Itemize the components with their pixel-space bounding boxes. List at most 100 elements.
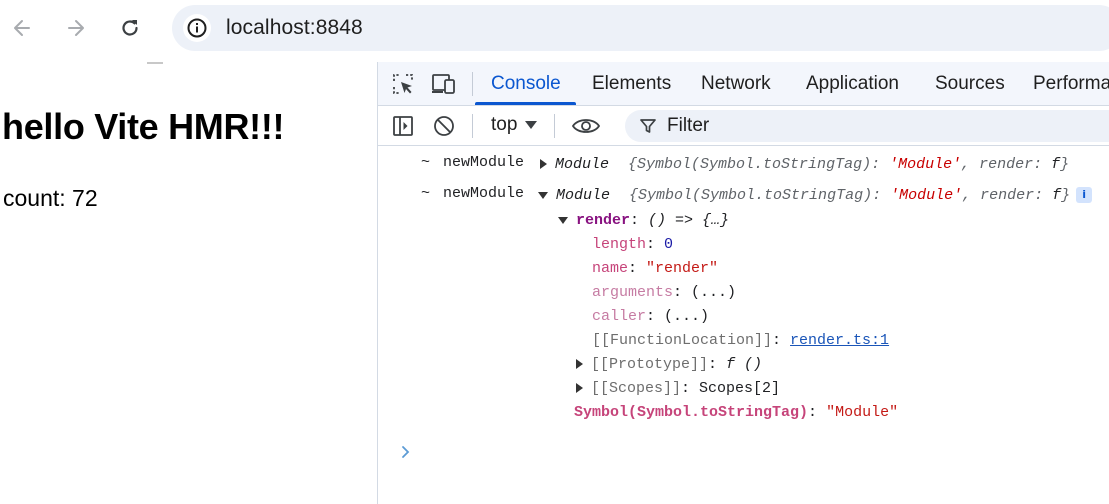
tab-elements[interactable]: Elements (592, 73, 671, 95)
site-info-button[interactable] (183, 14, 211, 42)
context-selector[interactable]: top (491, 114, 538, 136)
active-tab-indicator (475, 102, 576, 105)
source-link[interactable]: render.ts:1 (790, 332, 889, 349)
object-preview-tag: 'Module' (889, 156, 962, 173)
object-preview-open: {Symbol(Symbol.toStringTag): (629, 187, 891, 204)
prop-function-location: [[FunctionLocation]]: render.ts:1 (592, 332, 890, 349)
chevron-right-icon (402, 446, 410, 458)
arrow-right-icon (68, 20, 84, 36)
tab-network[interactable]: Network (701, 73, 771, 95)
toggle-sidebar-button[interactable] (390, 113, 416, 139)
tab-application[interactable]: Application (806, 73, 899, 95)
devtools-tabbar: Console Elements Network Application Sou… (378, 62, 1109, 106)
object-preview-mid: , render: (962, 187, 1053, 204)
property-key: Symbol(Symbol.toStringTag) (574, 404, 809, 421)
eval-marker: ~ (421, 185, 431, 202)
object-preview-open: {Symbol(Symbol.toStringTag): (628, 156, 890, 173)
log-label: newModule (443, 185, 525, 202)
prop-arguments[interactable]: arguments: (...) (592, 283, 736, 303)
reload-button[interactable] (114, 12, 146, 44)
property-key: [[FunctionLocation]] (592, 332, 773, 349)
property-value: Scopes[2] (699, 380, 781, 397)
property-key: caller (592, 308, 647, 325)
object-preview-fn: f (1051, 156, 1061, 173)
property-value: () => {…} (648, 212, 730, 229)
console-entry[interactable]: ~ newModule (421, 184, 524, 204)
forward-button[interactable] (60, 12, 92, 44)
property-value: "Module" (826, 404, 899, 421)
caret-down-icon (525, 121, 538, 129)
console-output: ~ newModule Module {Symbol(Symbol.toStri… (378, 147, 1109, 504)
module-preview-expanded[interactable]: Module {Symbol(Symbol.toStringTag): 'Mod… (538, 186, 1093, 206)
render-property[interactable]: render: () => {…} (558, 211, 729, 231)
eval-marker: ~ (421, 154, 431, 171)
object-preview-tag: 'Module' (890, 187, 963, 204)
object-type: Module (555, 156, 610, 173)
devtools-panel: Console Elements Network Application Sou… (377, 62, 1109, 504)
live-expression-button[interactable] (571, 113, 601, 139)
device-toolbar-button[interactable] (431, 71, 457, 97)
tab-console[interactable]: Console (491, 73, 561, 95)
viewport-resize-mark (147, 62, 163, 64)
log-label: newModule (443, 154, 525, 171)
object-preview-close: } (1060, 156, 1070, 173)
property-key: length (592, 236, 647, 253)
property-key: arguments (592, 284, 674, 301)
clear-console-icon (434, 116, 454, 136)
property-key: [[Scopes]] (591, 380, 682, 397)
property-key: [[Prototype]] (591, 356, 709, 373)
prop-caller[interactable]: caller: (...) (592, 307, 709, 327)
arrow-left-icon (14, 20, 30, 36)
context-selector-label: top (491, 114, 518, 135)
count-text: count: 72 (3, 185, 98, 211)
object-preview-fn: f (1052, 187, 1062, 204)
page-heading: hello Vite HMR!!! (2, 106, 285, 147)
console-toolbar: top Filter (378, 106, 1109, 146)
property-value: f () (726, 356, 763, 373)
back-button[interactable] (6, 12, 38, 44)
prop-name: name: "render" (592, 260, 719, 277)
collapse-triangle-icon[interactable] (558, 216, 568, 224)
browser-toolbar: localhost:8848 (0, 0, 1109, 60)
device-toggle-icon (432, 74, 455, 94)
console-prompt[interactable] (400, 445, 412, 464)
info-badge-icon[interactable]: i (1076, 187, 1093, 204)
property-key: name (592, 260, 629, 277)
object-preview-mid: , render: (961, 156, 1052, 173)
inspect-element-button[interactable] (390, 71, 416, 97)
reload-icon (122, 20, 138, 36)
module-preview-collapsed[interactable]: Module {Symbol(Symbol.toStringTag): 'Mod… (540, 155, 1069, 175)
sidebar-toggle-icon (393, 116, 413, 136)
tabbar-separator (472, 72, 473, 96)
tab-performance[interactable]: Performa (1033, 73, 1109, 95)
property-value: "render" (646, 260, 719, 277)
property-value: (...) (664, 308, 710, 325)
expand-triangle-icon[interactable] (540, 159, 547, 170)
symbol-tostringtag-property: Symbol(Symbol.toStringTag): "Module" (574, 404, 899, 421)
collapse-triangle-icon[interactable] (538, 191, 548, 199)
filter-icon (640, 119, 656, 133)
prop-length: length: 0 (592, 236, 674, 253)
address-bar[interactable]: localhost:8848 (172, 5, 1109, 51)
console-entry[interactable]: ~ newModule (421, 153, 524, 173)
prop-scopes[interactable]: [[Scopes]]: Scopes[2] (576, 379, 780, 399)
property-key: render (576, 212, 631, 229)
page-viewport: hello Vite HMR!!! count: 72 (0, 62, 377, 504)
clear-console-button[interactable] (431, 113, 457, 139)
eye-icon (571, 119, 601, 133)
expand-triangle-icon[interactable] (576, 359, 583, 370)
expand-triangle-icon[interactable] (576, 383, 583, 394)
property-value: (...) (691, 284, 737, 301)
inspect-element-icon (393, 74, 413, 94)
property-value: 0 (664, 236, 674, 253)
tab-sources[interactable]: Sources (935, 73, 1005, 95)
filter-placeholder: Filter (667, 115, 710, 136)
toolbar-separator (472, 114, 473, 138)
console-filter-input[interactable]: Filter (625, 110, 1109, 142)
toolbar-separator-2 (554, 114, 555, 138)
info-circle-icon (187, 18, 207, 38)
object-preview-close: } (1061, 187, 1071, 204)
url-text[interactable]: localhost:8848 (226, 16, 363, 40)
prop-prototype[interactable]: [[Prototype]]: f () (576, 355, 762, 375)
object-type: Module (556, 187, 611, 204)
